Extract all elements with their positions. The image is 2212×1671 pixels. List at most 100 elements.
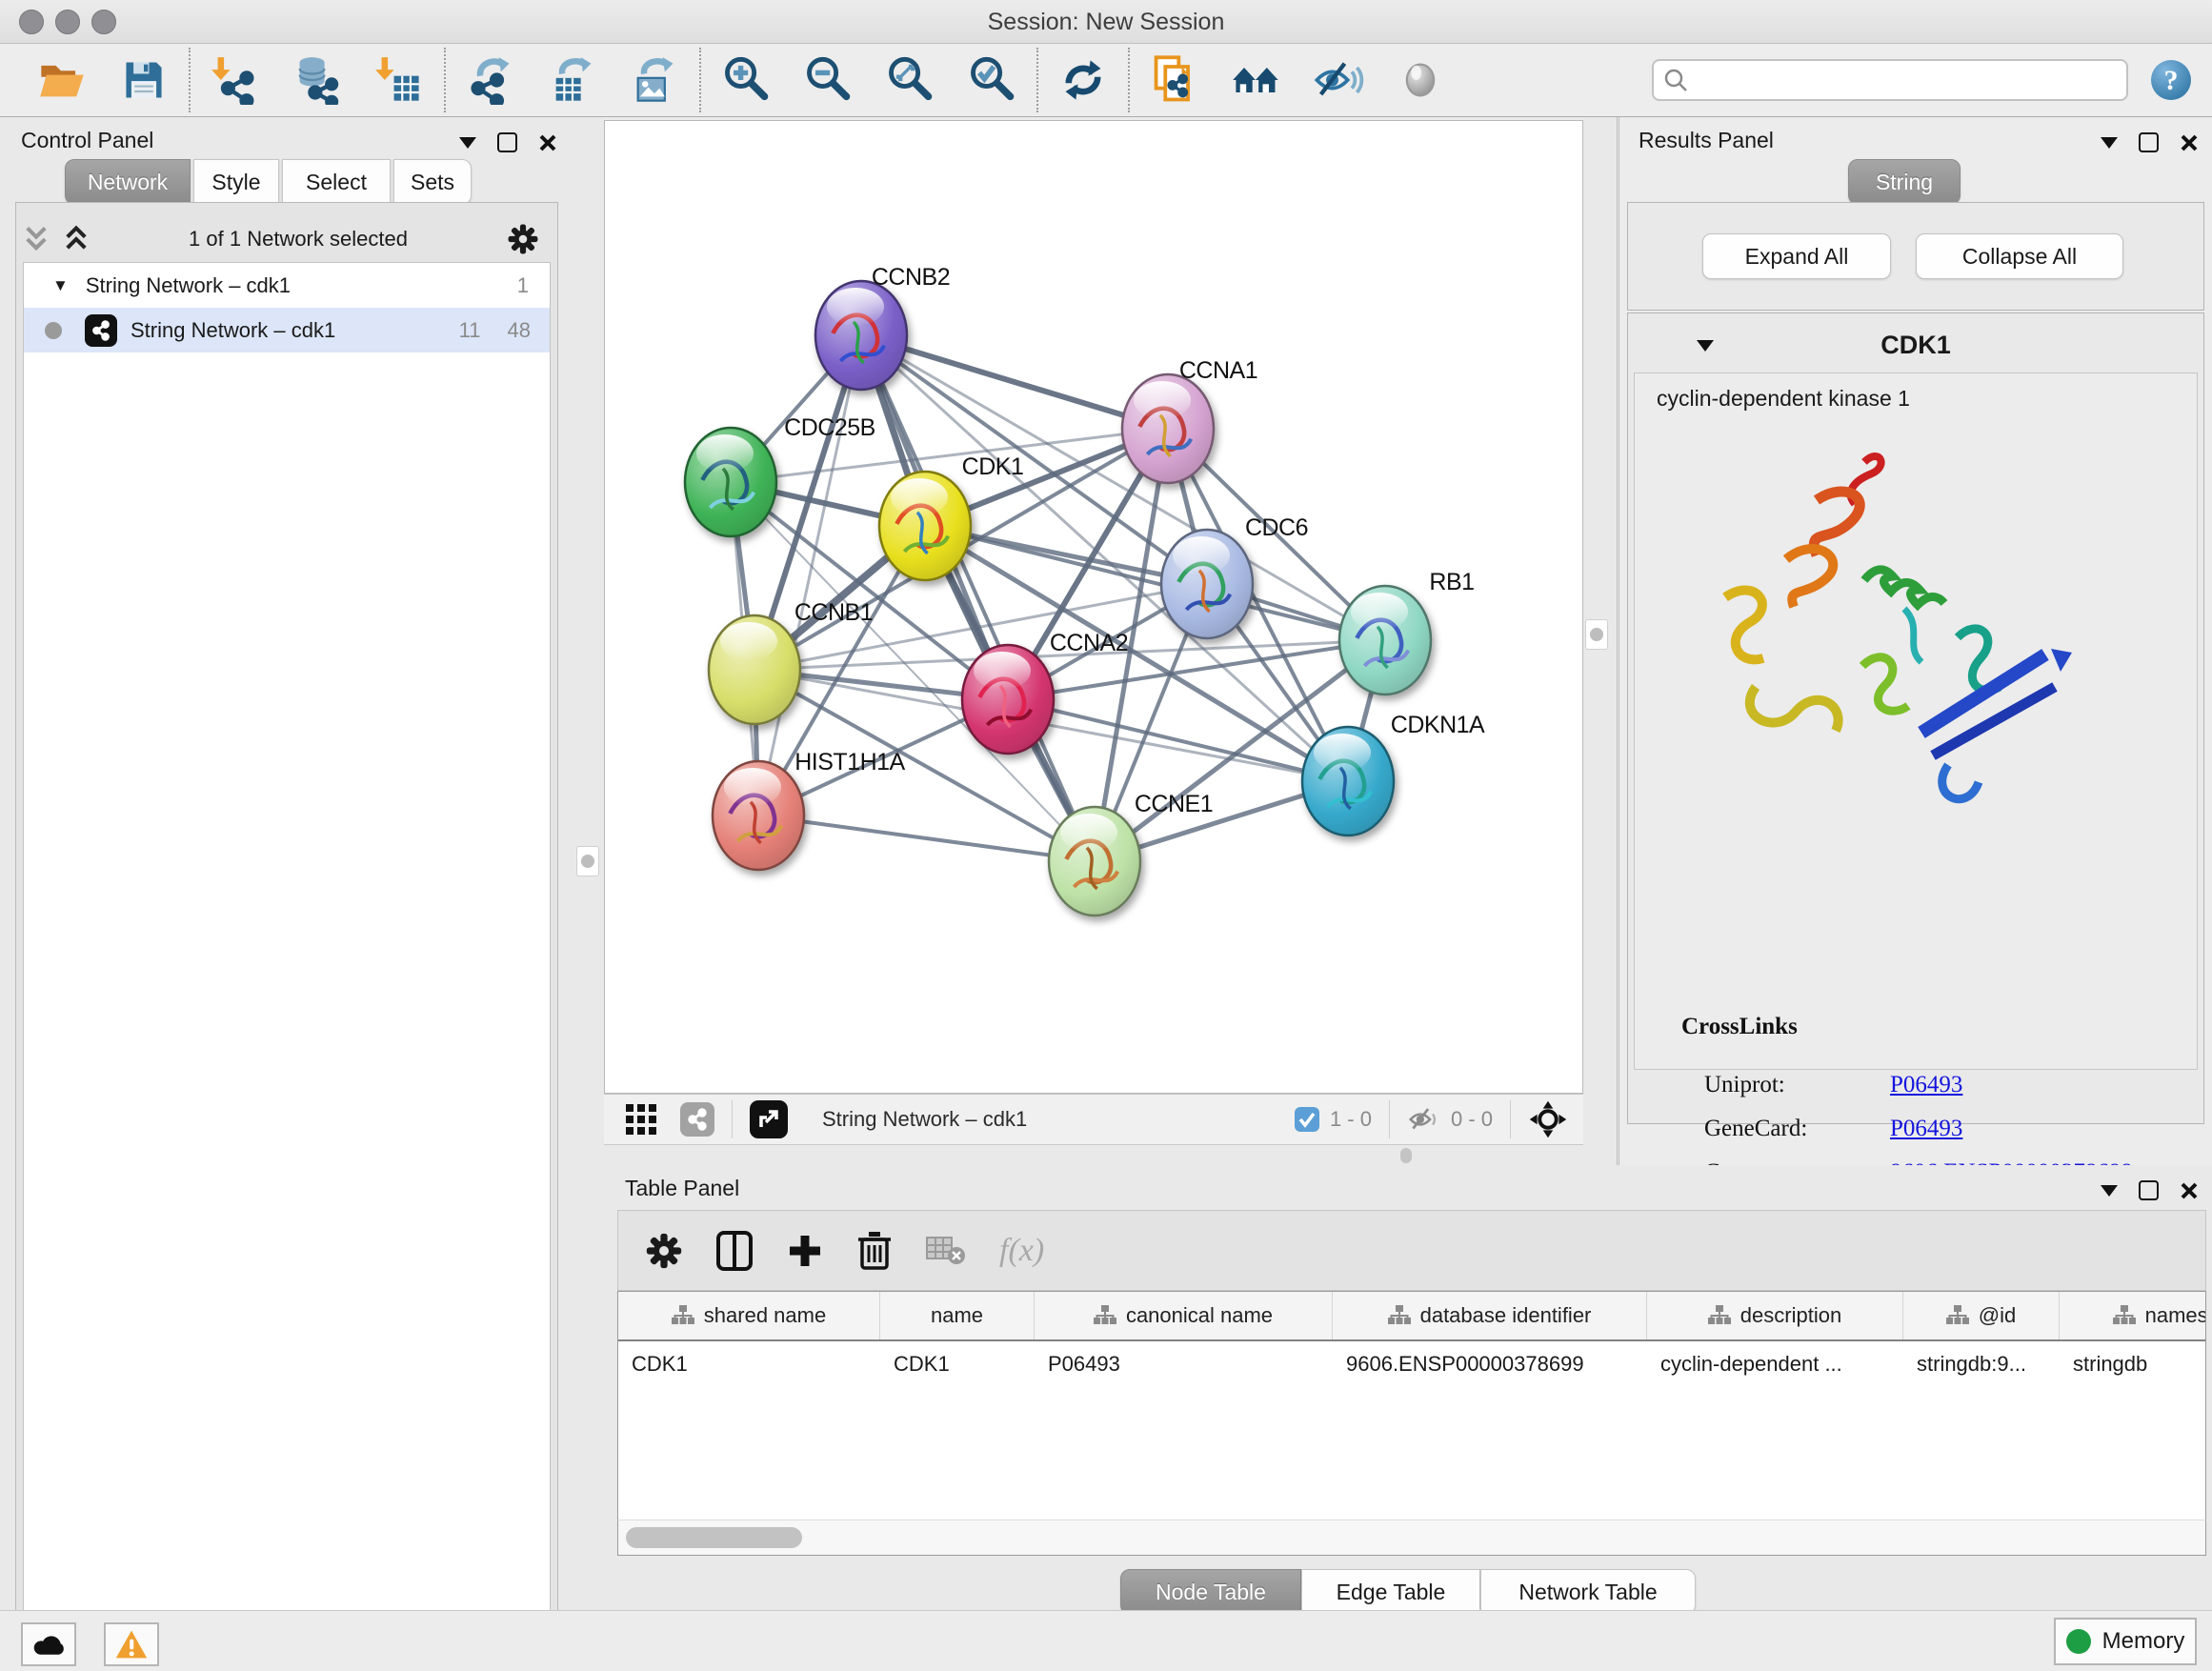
refresh-icon[interactable] <box>1042 49 1124 111</box>
function-builder-icon[interactable]: f(x) <box>999 1233 1044 1269</box>
export-view-icon[interactable] <box>750 1100 788 1138</box>
warning-button[interactable] <box>104 1622 159 1666</box>
close-panel-icon[interactable] <box>2180 133 2199 152</box>
table-cell[interactable]: P06493 <box>1035 1352 1333 1377</box>
table-cell[interactable]: CDK1 <box>618 1352 880 1377</box>
tab-network-table[interactable]: Network Table <box>1480 1569 1696 1615</box>
collapse-panel-icon[interactable] <box>459 137 476 149</box>
import-network-file-icon[interactable] <box>194 49 276 111</box>
graph-node[interactable] <box>713 761 804 870</box>
graphics-details-icon[interactable] <box>1379 49 1461 111</box>
float-panel-icon[interactable] <box>497 132 517 152</box>
collapse-all-networks-icon[interactable] <box>23 225 50 253</box>
save-session-icon[interactable] <box>103 49 185 111</box>
horizontal-splitter-handle[interactable] <box>1400 1148 1412 1163</box>
zoom-in-icon[interactable] <box>705 49 787 111</box>
column-header-description[interactable]: description <box>1647 1292 1903 1339</box>
zoom-selected-icon[interactable] <box>951 49 1033 111</box>
graph-node[interactable] <box>709 615 800 724</box>
graph-node[interactable] <box>685 428 776 536</box>
table-row[interactable]: CDK1CDK1P064939606.ENSP00000378699cyclin… <box>618 1341 2205 1387</box>
home-icon[interactable] <box>1216 49 1297 111</box>
column-header-namespace[interactable]: namespace <box>2060 1292 2206 1339</box>
birdseye-icon[interactable] <box>1528 1099 1568 1139</box>
graph-node[interactable] <box>1049 807 1140 916</box>
table-cell[interactable]: stringdb:9... <box>1903 1352 2060 1377</box>
right-splitter-handle[interactable] <box>1585 619 1608 650</box>
share-network-icon[interactable] <box>680 1102 714 1137</box>
graph-node[interactable] <box>962 645 1054 754</box>
graph-node[interactable] <box>1161 530 1253 638</box>
network-row-selected[interactable]: String Network – cdk1 11 48 <box>24 308 550 352</box>
graph-node[interactable] <box>815 281 907 390</box>
export-table-icon[interactable] <box>532 49 613 111</box>
left-splitter[interactable] <box>572 117 604 1610</box>
collapse-all-button[interactable]: Collapse All <box>1916 233 2123 279</box>
memory-button[interactable]: Memory <box>2054 1618 2197 1665</box>
graph-edge[interactable] <box>758 335 861 815</box>
delete-column-icon[interactable] <box>856 1230 893 1272</box>
hidden-eye-icon[interactable] <box>1407 1105 1441 1134</box>
tab-network[interactable]: Network <box>65 159 191 205</box>
graph-edge[interactable] <box>861 335 1095 861</box>
horizontal-splitter[interactable] <box>604 1145 1583 1165</box>
grid-view-icon[interactable] <box>625 1103 657 1136</box>
close-panel-icon[interactable] <box>2180 1181 2199 1200</box>
table-cell[interactable]: stringdb <box>2060 1352 2206 1377</box>
import-network-database-icon[interactable] <box>276 49 358 111</box>
expand-all-networks-icon[interactable] <box>63 225 90 253</box>
graph-edge[interactable] <box>758 815 1095 861</box>
tab-edge-table[interactable]: Edge Table <box>1301 1569 1480 1615</box>
right-splitter[interactable] <box>1583 117 1619 1165</box>
delete-table-icon[interactable] <box>925 1234 967 1268</box>
columns-icon[interactable] <box>715 1230 754 1272</box>
search-input[interactable] <box>1696 67 2117 93</box>
expand-all-button[interactable]: Expand All <box>1702 233 1891 279</box>
selected-checkbox[interactable] <box>1294 1106 1320 1133</box>
column-header-database-identifier[interactable]: database identifier <box>1333 1292 1647 1339</box>
hide-selected-icon[interactable] <box>1297 49 1379 111</box>
network-canvas[interactable]: CCNB2CCNA1CDC25BCDK1CDC6RB1CCNB1CCNA2CDK… <box>604 120 1583 1094</box>
tab-string[interactable]: String <box>1848 159 1961 205</box>
close-panel-icon[interactable] <box>538 133 557 152</box>
tab-sets[interactable]: Sets <box>393 159 472 205</box>
column-header-shared-name[interactable]: shared name <box>618 1292 880 1339</box>
collapse-panel-icon[interactable] <box>2101 137 2118 149</box>
column-header--id[interactable]: @id <box>1903 1292 2060 1339</box>
graph-node[interactable] <box>1339 586 1431 695</box>
float-panel-icon[interactable] <box>2139 1180 2159 1200</box>
graph-node[interactable] <box>1302 727 1394 836</box>
add-column-icon[interactable] <box>786 1232 824 1270</box>
scrollbar-thumb[interactable] <box>626 1527 802 1548</box>
graph-node[interactable] <box>879 472 971 580</box>
clone-network-icon[interactable] <box>1134 49 1216 111</box>
graph-edge[interactable] <box>861 335 1168 429</box>
help-icon[interactable]: ? <box>2149 58 2193 102</box>
zoom-fit-icon[interactable] <box>869 49 951 111</box>
crosslink-link[interactable]: P06493 <box>1890 1116 1962 1142</box>
network-graph[interactable]: CCNB2CCNA1CDC25BCDK1CDC6RB1CCNB1CCNA2CDK… <box>605 121 1582 1093</box>
table-horizontal-scrollbar[interactable] <box>617 1520 2206 1556</box>
cloud-button[interactable] <box>21 1622 76 1666</box>
export-image-icon[interactable] <box>613 49 695 111</box>
tab-select[interactable]: Select <box>282 159 391 205</box>
table-gear-icon[interactable] <box>645 1232 683 1270</box>
table-cell[interactable]: 9606.ENSP00000378699 <box>1333 1352 1647 1377</box>
column-header-name[interactable]: name <box>880 1292 1035 1339</box>
column-header-canonical-name[interactable]: canonical name <box>1035 1292 1333 1339</box>
float-panel-icon[interactable] <box>2139 132 2159 152</box>
tab-node-table[interactable]: Node Table <box>1120 1569 1301 1615</box>
table-cell[interactable]: CDK1 <box>880 1352 1035 1377</box>
collapse-panel-icon[interactable] <box>2101 1185 2118 1197</box>
zoom-out-icon[interactable] <box>787 49 869 111</box>
crosslink-link[interactable]: P06493 <box>1890 1072 1962 1098</box>
import-table-file-icon[interactable] <box>358 49 440 111</box>
collection-expand-icon[interactable]: ▼ <box>52 276 69 295</box>
table-cell[interactable]: cyclin-dependent ... <box>1647 1352 1903 1377</box>
network-options-gear-icon[interactable] <box>507 223 539 255</box>
graph-node[interactable] <box>1122 374 1214 483</box>
tab-style[interactable]: Style <box>193 159 279 205</box>
open-session-icon[interactable] <box>21 49 103 111</box>
left-splitter-handle[interactable] <box>576 846 599 876</box>
network-collection-row[interactable]: ▼ String Network – cdk1 1 <box>24 263 550 308</box>
